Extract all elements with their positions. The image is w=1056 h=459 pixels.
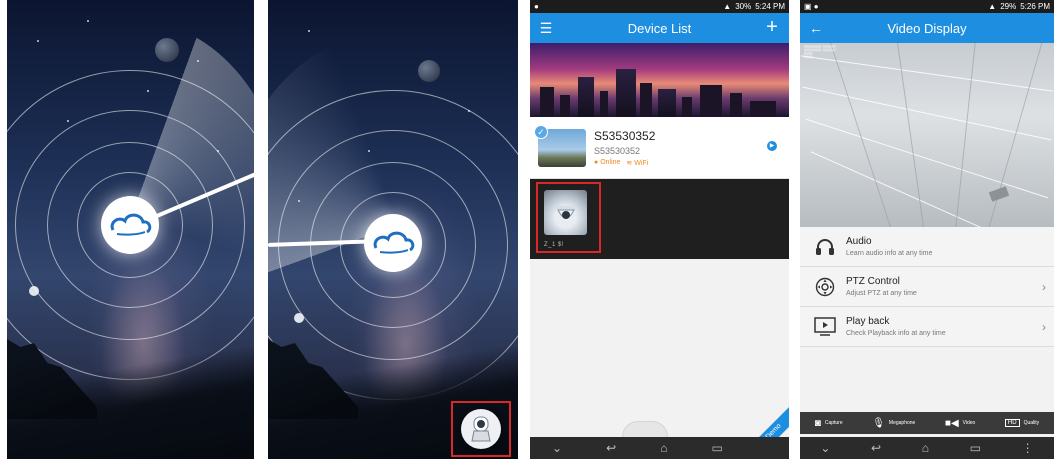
playback-option[interactable]: Play back Check Playback info at any tim… [800,307,1054,347]
overflow-menu-icon[interactable]: ⋮ [1022,441,1034,455]
capture-button[interactable]: ◙ Capture [815,418,843,429]
system-nav-bar: ⌄ ↩ ⌂ ▭ [530,437,789,459]
center-fab[interactable] [622,421,668,437]
back-icon[interactable]: ↩ [871,441,881,455]
megaphone-button[interactable]: 🎙 Megaphone [872,418,915,429]
playback-title: Play back [846,316,890,327]
home-icon[interactable]: ⌂ [660,441,667,455]
headphones-icon [814,236,836,258]
splash-screen-2 [268,0,518,459]
device-name: S53530352 [594,128,656,143]
wifi-status: ≋ WiFi [626,159,649,167]
device-id: S53530352 [594,145,641,156]
video-toolbar: ◙ Capture 🎙 Megaphone ■◀ Video HD Quality [800,412,1054,434]
video-feed[interactable]: ▒▒▒▒ ▒▒▒ ▒▒ [800,43,1054,227]
ptz-joystick-icon [814,276,836,298]
recents-icon[interactable]: ▭ [712,441,723,455]
chevron-down-icon[interactable]: ⌄ [552,441,562,455]
camera-tile[interactable]: Z_1 $! [536,182,601,253]
status-time: 5:26 PM [1020,2,1050,11]
app-bar: ☰ Device List + [530,13,789,43]
ptz-control-option[interactable]: PTZ Control Adjust PTZ at any time › [800,267,1054,307]
microphone-icon: 🎙 [872,417,885,429]
ptz-subtitle: Adjust PTZ at any time [846,290,917,297]
video-display-screen: ▣ ● ▲ 29% 5:26 PM ← Video Display ▒▒▒▒ ▒… [800,0,1054,459]
city-banner-image [530,43,789,117]
playback-monitor-icon [814,316,836,338]
app-notification-icon: ● [534,2,539,11]
status-time: 5:24 PM [755,2,785,11]
chevron-right-icon: › [1042,280,1046,294]
screenshot-collage: ● ▲ 30% 5:24 PM ☰ Device List + ✓ S53530… [0,0,1056,459]
recents-icon[interactable]: ▭ [970,441,981,455]
status-battery-percent: 29% [1000,2,1017,11]
camera-label: Z_1 $! [544,242,565,248]
audio-title: Audio [846,236,872,247]
home-icon[interactable]: ⌂ [922,441,929,455]
dome-camera-icon [544,190,587,235]
selected-check-icon: ✓ [534,124,548,139]
camera-button[interactable] [461,409,501,449]
status-battery-percent: 30% [735,2,752,11]
audio-subtitle: Learn audio info at any time [846,250,933,257]
camera-button-highlight [451,401,511,457]
ip-camera-icon [471,416,491,442]
app-bar: ← Video Display [800,13,1054,43]
device-list-screen: ● ▲ 30% 5:24 PM ☰ Device List + ✓ S53530… [530,0,789,459]
chevron-down-icon[interactable]: ⌄ [820,441,830,455]
chevron-right-icon: › [1042,320,1046,334]
add-device-button[interactable]: + [763,17,781,37]
status-bar: ▣ ● ▲ 29% 5:26 PM [800,0,1054,13]
signal-icon: ▲ [988,2,997,11]
hd-icon: HD [1004,419,1020,427]
play-icon[interactable]: ▶ [767,141,777,151]
back-icon[interactable]: ↩ [606,441,616,455]
camera-icon: ◙ [814,417,821,429]
status-bar: ● ▲ 30% 5:24 PM [530,0,789,13]
notification-icons: ▣ ● [804,2,819,11]
quality-button[interactable]: HD Quality [1004,419,1039,427]
audio-option[interactable]: Audio Learn audio info at any time [800,227,1054,267]
video-button[interactable]: ■◀ Video [945,418,975,429]
back-arrow-icon[interactable]: ← [808,20,824,36]
page-title: Video Display [887,20,967,36]
playback-subtitle: Check Playback info at any time [846,330,946,337]
device-thumbnail: ✓ [534,124,586,167]
page-title: Device List [627,20,692,36]
ptz-title: PTZ Control [846,276,900,287]
system-nav-bar: ⌄ ↩ ⌂ ▭ ⋮ [800,437,1054,459]
splash-screen-1 [7,0,254,459]
video-osd-timestamp: ▒▒▒▒ ▒▒▒ ▒▒ [804,46,836,59]
signal-icon: ▲ [723,2,732,11]
camera-strip: Z_1 $! [530,179,789,259]
cloud-logo-icon [364,214,422,272]
menu-icon[interactable]: ☰ [538,20,554,36]
video-camera-icon: ■◀ [944,417,959,429]
device-list-item[interactable]: ✓ S53530352 S53530352 ● Online ≋ WiFi ▶ [530,117,789,179]
option-list: Audio Learn audio info at any time PTZ C… [800,227,1054,347]
cloud-logo-icon [101,196,159,254]
online-status: ● Online [594,158,621,166]
